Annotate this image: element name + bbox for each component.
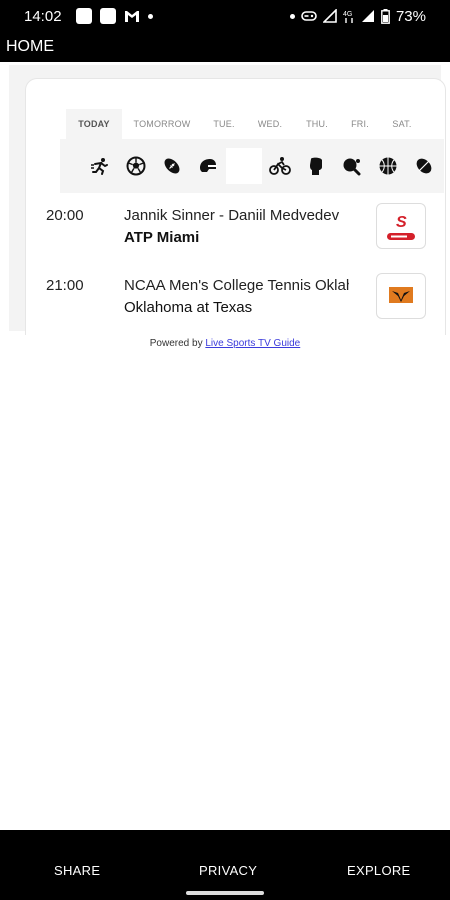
signal-icon [361, 10, 374, 22]
event-title: NCAA Men's College Tennis Oklahoma vs Te… [124, 277, 349, 294]
powered-by-text: Powered by [149, 338, 203, 349]
event-competition: Oklahoma at Texas [124, 299, 253, 316]
main-content: TODAY TOMORROW TUE. WED. THU. FRI. SAT. [0, 62, 450, 830]
widget-frame: TODAY TOMORROW TUE. WED. THU. FRI. SAT. [9, 65, 446, 335]
tab-thu[interactable]: THU. [294, 109, 340, 139]
tennis-ball-icon[interactable] [226, 148, 262, 184]
live-sports-tv-guide-link[interactable]: Live Sports TV Guide [205, 338, 300, 349]
event-competition: ATP Miami [124, 229, 200, 246]
status-time: 14:02 [24, 7, 62, 25]
notification-square-icon [99, 8, 116, 24]
table-tennis-icon[interactable] [334, 148, 370, 184]
svg-text:S: S [396, 214, 407, 231]
home-indicator[interactable] [186, 891, 264, 895]
bottom-nav: SHARE PRIVACY EXPLORE [0, 830, 450, 900]
notification-square-icon [75, 8, 92, 24]
event-time: 20:00 [46, 207, 84, 224]
explore-button[interactable]: EXPLORE [347, 863, 411, 878]
tv-guide-widget: TODAY TOMORROW TUE. WED. THU. FRI. SAT. [25, 78, 446, 335]
cycling-icon[interactable] [262, 148, 298, 184]
tab-wed[interactable]: WED. [246, 109, 294, 139]
boxing-glove-icon[interactable] [298, 148, 334, 184]
powered-by: Powered by Live Sports TV Guide [0, 338, 450, 349]
event-title: Jannik Sinner - Daniil Medvedev [124, 207, 340, 224]
event-row[interactable]: 20:00 Jannik Sinner - Daniil Medvedev AT… [26, 203, 445, 257]
page-title[interactable]: HOME [6, 38, 54, 56]
event-row[interactable]: 21:00 NCAA Men's College Tennis Oklahoma… [26, 273, 445, 327]
running-icon[interactable] [82, 148, 118, 184]
supersport-tennis-logo[interactable]: S [376, 203, 426, 249]
tab-today[interactable]: TODAY [66, 109, 122, 139]
longhorn-network-logo[interactable] [376, 273, 426, 319]
tab-fri[interactable]: FRI. [340, 109, 380, 139]
status-bar: 14:02 4G 73% [0, 0, 450, 32]
american-football-icon[interactable] [154, 148, 190, 184]
data-4g-icon: 4G [343, 11, 353, 23]
rugby-ball-icon[interactable] [406, 148, 442, 184]
tab-sat[interactable]: SAT. [380, 109, 424, 139]
event-time: 21:00 [46, 277, 84, 294]
sport-filter-bar [60, 139, 444, 193]
privacy-button[interactable]: PRIVACY [199, 863, 257, 878]
helmet-icon[interactable] [190, 148, 226, 184]
dot-icon [147, 13, 153, 19]
game-controller-icon [301, 11, 317, 21]
tab-tue[interactable]: TUE. [202, 109, 246, 139]
dot-icon [289, 13, 295, 19]
basketball-icon[interactable] [370, 148, 406, 184]
app-bar: HOME [0, 32, 450, 62]
soccer-ball-icon[interactable] [118, 148, 154, 184]
battery-icon [381, 8, 390, 24]
signal-icon [322, 9, 337, 23]
tab-tomorrow[interactable]: TOMORROW [122, 109, 202, 139]
svg-text:4G: 4G [343, 11, 352, 18]
gmail-icon [124, 11, 139, 22]
battery-percent: 73% [395, 7, 426, 25]
share-button[interactable]: SHARE [54, 863, 100, 878]
day-tabs: TODAY TOMORROW TUE. WED. THU. FRI. SAT. [66, 109, 444, 139]
